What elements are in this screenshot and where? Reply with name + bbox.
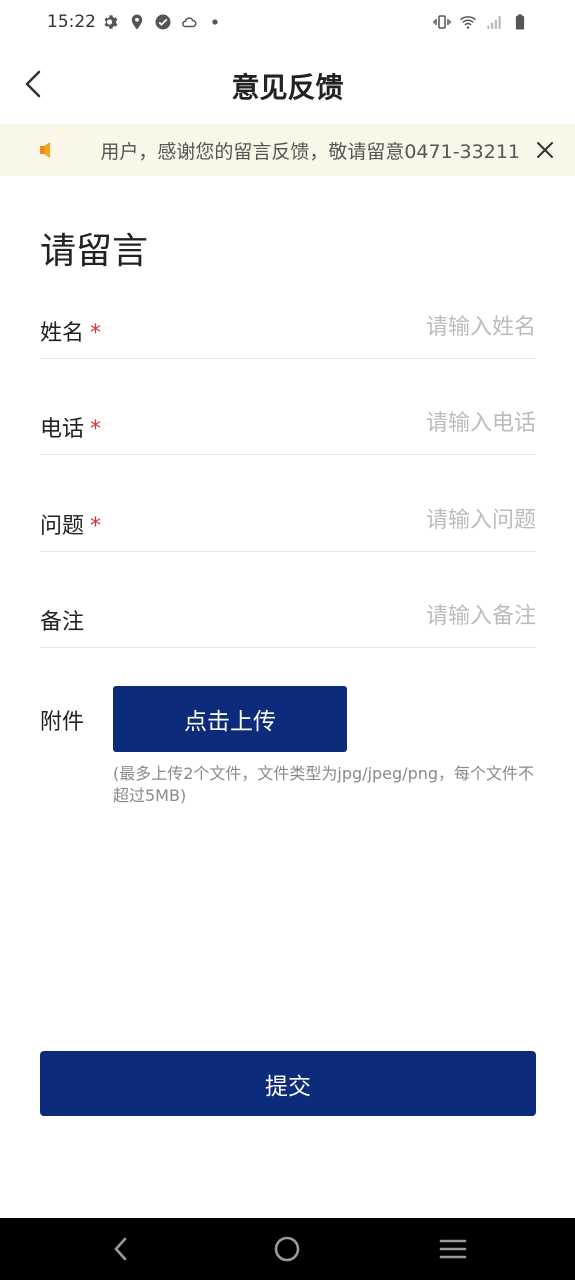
field-label-question: 问题 * bbox=[40, 508, 101, 540]
attachment-label: 附件 bbox=[40, 710, 85, 735]
dot-icon bbox=[212, 19, 218, 25]
check-circle-icon bbox=[155, 14, 171, 30]
field-label-name: 姓名 * bbox=[40, 315, 101, 347]
name-input[interactable] bbox=[276, 309, 536, 345]
speaker-icon bbox=[40, 142, 50, 158]
notice-bar: 用户，感谢您的留言反馈，敬请留意0471-33211 bbox=[0, 124, 575, 176]
field-label-text: 问题 bbox=[40, 514, 85, 539]
form-row-phone: 电话 * bbox=[40, 393, 536, 455]
question-input[interactable] bbox=[276, 502, 536, 538]
phone-input[interactable] bbox=[276, 405, 536, 441]
form-row-name: 姓名 * bbox=[40, 297, 536, 359]
required-mark: * bbox=[90, 321, 102, 346]
cloud-icon bbox=[182, 17, 197, 28]
page-title: 意见反馈 bbox=[231, 71, 344, 104]
nav-back-button[interactable] bbox=[105, 1233, 137, 1265]
status-left-icons bbox=[102, 13, 224, 31]
battery-icon bbox=[515, 14, 525, 30]
nav-home-icon bbox=[274, 1236, 300, 1262]
signal-icon bbox=[487, 16, 501, 29]
form-row-question: 问题 * bbox=[40, 490, 536, 552]
status-right-icons bbox=[433, 13, 529, 31]
upload-hint: (最多上传2个文件，文件类型为jpg/jpeg/png，每个文件不超过5MB) bbox=[113, 764, 535, 805]
nav-back-icon bbox=[114, 1237, 127, 1261]
nav-menu-button[interactable] bbox=[437, 1233, 469, 1265]
form-heading: 请留言 bbox=[40, 231, 149, 272]
status-time: 15:22 bbox=[47, 12, 96, 32]
field-label-phone: 电话 * bbox=[40, 411, 101, 443]
gear-icon bbox=[104, 15, 118, 29]
notice-text: 用户，感谢您的留言反馈，敬请留意0471-33211 bbox=[100, 141, 520, 163]
remark-input[interactable] bbox=[276, 598, 536, 634]
system-nav-bar bbox=[0, 1218, 575, 1280]
status-bar: 15:22 bbox=[0, 0, 575, 48]
field-label-remark: 备注 bbox=[40, 610, 85, 635]
close-icon bbox=[537, 142, 553, 158]
form-row-remark: 备注 bbox=[40, 586, 536, 648]
location-pin-icon bbox=[131, 14, 143, 30]
upload-button[interactable]: 点击上传 bbox=[113, 686, 347, 752]
nav-menu-icon bbox=[439, 1239, 467, 1259]
nav-home-button[interactable] bbox=[271, 1233, 303, 1265]
wifi-icon bbox=[460, 16, 476, 29]
required-mark: * bbox=[90, 514, 102, 539]
field-label-text: 电话 bbox=[40, 417, 85, 442]
field-label-text: 姓名 bbox=[40, 321, 85, 346]
vibrate-icon bbox=[433, 15, 451, 29]
notice-marquee: 用户，感谢您的留言反馈，敬请留意0471-33211 bbox=[70, 124, 522, 176]
app-bar: 意见反馈 bbox=[0, 48, 575, 122]
submit-button[interactable]: 提交 bbox=[40, 1051, 536, 1116]
required-mark: * bbox=[90, 417, 102, 442]
notice-close-button[interactable] bbox=[531, 136, 559, 164]
